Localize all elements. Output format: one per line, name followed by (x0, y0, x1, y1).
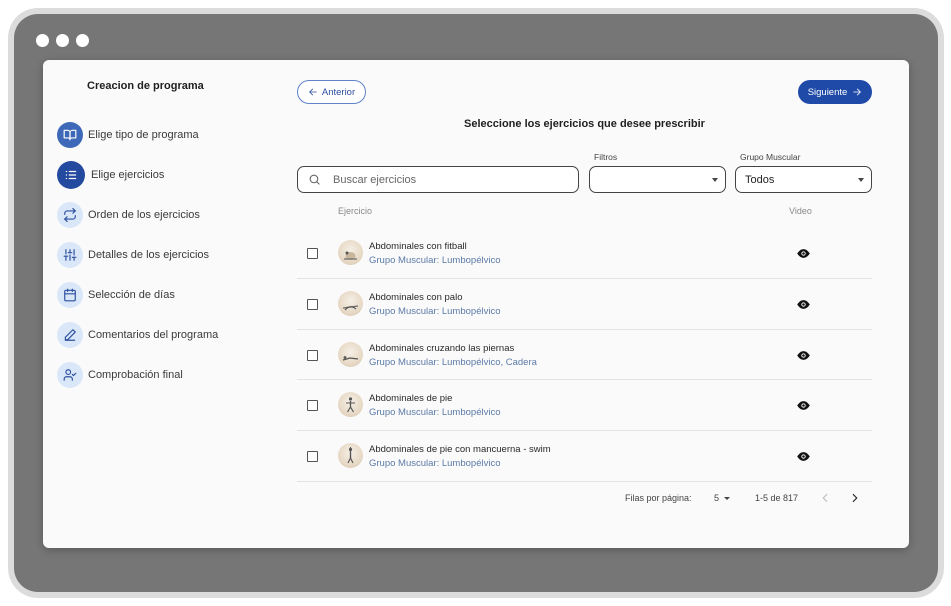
exercise-name: Abdominales cruzando las piernas (369, 342, 515, 354)
exercise-muscle-group: Grupo Muscular: Lumbopélvico (369, 458, 501, 470)
table-row: Abdominales de pie con mancuerna - swim … (297, 431, 872, 482)
rows-per-page-select[interactable]: 5 (714, 493, 731, 503)
muscle-group-label: Grupo Muscular (740, 152, 801, 162)
exercise-thumbnail (338, 392, 363, 418)
sidebar-item-label: Elige ejercicios (91, 169, 165, 181)
previous-button-label: Anterior (321, 86, 356, 98)
sidebar-item-label: Orden de los ejercicios (88, 209, 200, 221)
window-controls (36, 34, 89, 47)
sidebar-title: Creacion de programa (87, 80, 204, 92)
page-title: Seleccione los ejercicios que desee pres… (464, 118, 705, 130)
exercise-name: Abdominales con fitball (369, 241, 467, 252)
chevron-left-icon (822, 493, 828, 503)
caret-down-icon (712, 178, 718, 182)
sidebar-item-label: Comprobación final (88, 369, 183, 381)
program-wizard-panel: Creacion de programa Elige tipo de progr… (43, 60, 909, 548)
sidebar-item-label: Comentarios del programa (88, 329, 219, 341)
exercise-muscle-group: Grupo Muscular: Lumbopélvico (369, 255, 501, 266)
exercise-muscle-group: Grupo Muscular: Lumbopélvico (369, 407, 501, 419)
pagination-range: 1-5 de 817 (755, 493, 799, 503)
window-dot (76, 34, 89, 47)
eye-icon[interactable] (796, 246, 811, 261)
sidebar-item-final-check[interactable]: Comprobación final (57, 362, 218, 388)
calendar-icon (57, 282, 83, 308)
rows-per-page-label: Filas por página: (625, 493, 692, 503)
exercise-thumbnail (338, 341, 363, 367)
window-dot (36, 34, 49, 47)
sliders-icon (57, 242, 83, 268)
sidebar-item-comments[interactable]: Comentarios del programa (57, 322, 218, 348)
pen-icon (57, 322, 83, 348)
table-row: Abdominales con palo Grupo Muscular: Lum… (297, 279, 872, 330)
filters-select[interactable] (589, 166, 726, 193)
sidebar-item-label: Detalles de los ejercicios (88, 249, 210, 261)
eye-icon[interactable] (796, 348, 811, 363)
list-icon (57, 161, 85, 189)
next-button[interactable]: Siguiente (798, 80, 872, 104)
previous-button[interactable]: Anterior (297, 80, 366, 104)
next-page-button[interactable] (848, 491, 862, 505)
caret-down-icon (724, 496, 731, 500)
search-icon (309, 174, 320, 185)
previous-page-button[interactable] (818, 491, 832, 505)
exercise-thumbnail (338, 443, 363, 469)
rows-per-page-value: 5 (714, 493, 720, 503)
column-header-exercise: Ejercicio (338, 206, 373, 216)
arrow-left-icon (309, 88, 317, 96)
column-header-video: Video (789, 206, 812, 216)
eye-icon[interactable] (796, 449, 811, 464)
sidebar-item-label: Selección de días (88, 289, 175, 301)
window-dot (56, 34, 69, 47)
book-icon (57, 122, 83, 148)
row-checkbox[interactable] (307, 248, 318, 259)
repeat-icon (57, 202, 83, 228)
sidebar-item-label: Elige tipo de programa (88, 129, 199, 141)
sidebar-item-details[interactable]: Detalles de los ejercicios (57, 242, 218, 268)
row-checkbox[interactable] (307, 349, 318, 361)
eye-icon[interactable] (796, 398, 811, 413)
exercise-muscle-group: Grupo Muscular: Lumbopélvico, Cadera (369, 356, 537, 368)
chevron-right-icon (852, 493, 858, 503)
exercise-name: Abdominales de pie con mancuerna - swim (369, 444, 551, 456)
table-row: Abdominales cruzando las piernas Grupo M… (297, 330, 872, 381)
exercise-name: Abdominales con palo (369, 291, 463, 303)
row-checkbox[interactable] (307, 400, 318, 412)
sidebar-item-exercises[interactable]: Elige ejercicios (57, 161, 218, 189)
user-check-icon (57, 362, 83, 388)
caret-down-icon (858, 178, 864, 182)
sidebar-item-program-type[interactable]: Elige tipo de programa (57, 122, 218, 148)
row-checkbox[interactable] (307, 298, 318, 310)
table-row: Abdominales con fitball Grupo Muscular: … (297, 228, 872, 279)
exercise-thumbnail (338, 240, 363, 265)
sidebar-item-order[interactable]: Orden de los ejercicios (57, 202, 218, 228)
search-input[interactable] (333, 173, 563, 186)
exercise-thumbnail (338, 290, 363, 316)
table-row: Abdominales de pie Grupo Muscular: Lumbo… (297, 380, 872, 432)
muscle-group-select-value: Todos (745, 173, 775, 186)
sidebar-steps: Elige tipo de programa Elige ejercicios … (57, 122, 218, 402)
sidebar-item-days[interactable]: Selección de días (57, 282, 218, 308)
next-button-label: Siguiente (807, 86, 848, 98)
exercise-name: Abdominales de pie (369, 393, 453, 405)
row-checkbox[interactable] (307, 451, 318, 463)
arrow-right-icon (853, 88, 862, 96)
search-box[interactable] (297, 166, 579, 193)
exercise-muscle-group: Grupo Muscular: Lumbopélvico (369, 305, 501, 317)
exercise-table: Abdominales con fitball Grupo Muscular: … (297, 228, 872, 482)
muscle-group-select[interactable]: Todos (735, 166, 872, 193)
filters-label: Filtros (594, 152, 618, 162)
eye-icon[interactable] (796, 297, 811, 312)
